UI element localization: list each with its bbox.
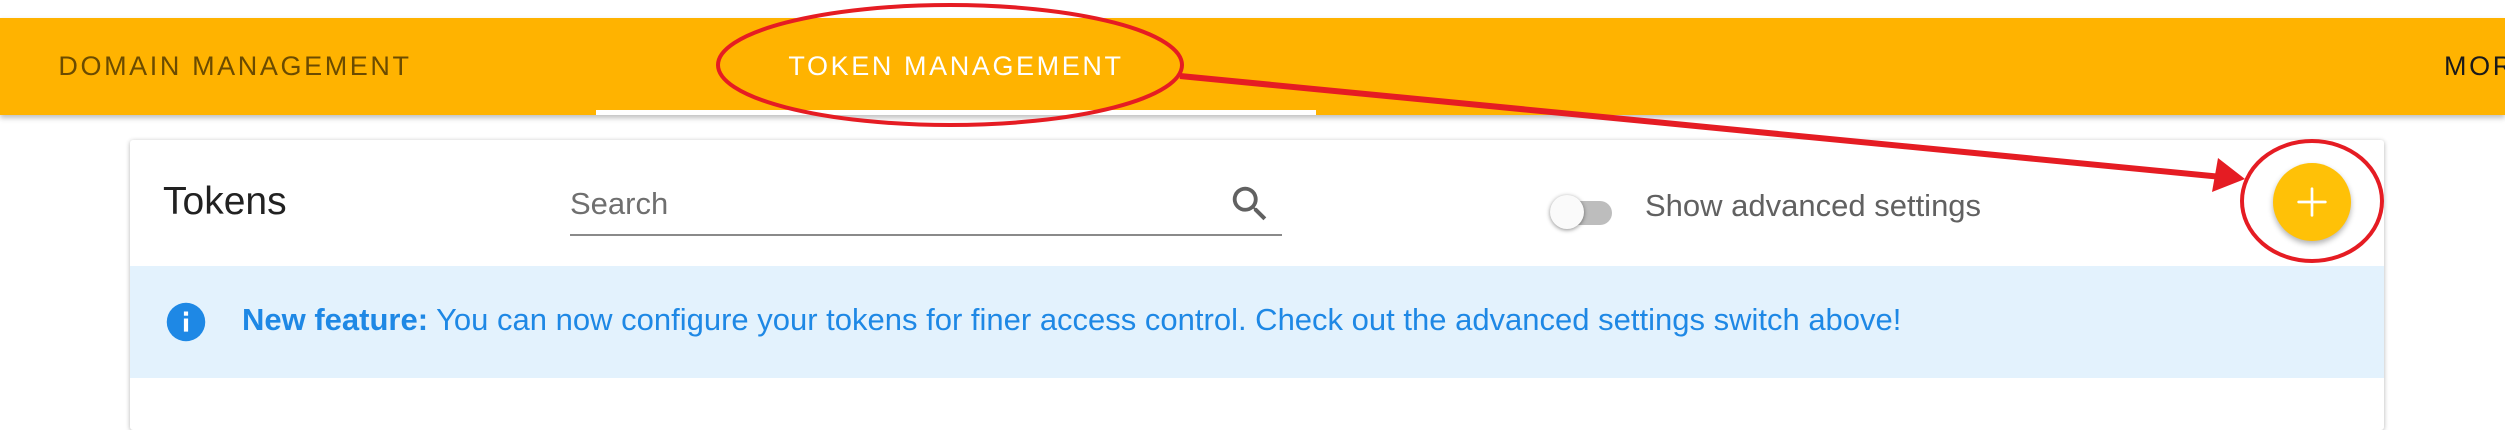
tab-bar: DOMAIN MANAGEMENT TOKEN MANAGEMENT MOR — [0, 18, 2505, 115]
search-input[interactable] — [570, 178, 1210, 230]
info-banner: New feature: You can now configure your … — [130, 266, 2384, 378]
toggle-thumb — [1550, 195, 1584, 229]
search-icon[interactable] — [1227, 181, 1273, 227]
info-body: You can now configure your tokens for fi… — [428, 302, 1902, 337]
card-title: Tokens — [163, 180, 287, 223]
tab-more[interactable]: MOR — [2430, 18, 2505, 115]
advanced-settings-label: Show advanced settings — [1645, 188, 1982, 223]
info-icon — [166, 302, 206, 342]
tab-token-management[interactable]: TOKEN MANAGEMENT — [596, 18, 1316, 115]
search-field — [570, 178, 1282, 236]
active-tab-indicator — [596, 110, 1316, 115]
tab-domain-management[interactable]: DOMAIN MANAGEMENT — [0, 18, 470, 115]
top-margin — [0, 0, 2505, 18]
add-token-button[interactable] — [2273, 163, 2351, 241]
info-strong: New feature: — [242, 302, 429, 337]
advanced-settings-toggle[interactable] — [1550, 195, 1612, 229]
info-message: New feature: You can now configure your … — [242, 302, 1901, 338]
plus-icon — [2297, 187, 2327, 217]
